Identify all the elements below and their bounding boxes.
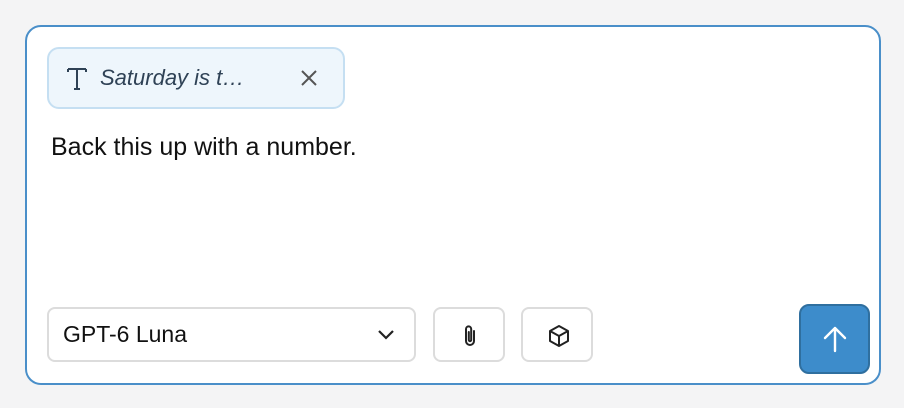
text-type-icon [67, 68, 87, 90]
context-chip: Saturday is t… [47, 47, 345, 109]
message-input[interactable]: Back this up with a number. [51, 133, 357, 162]
cube-button[interactable] [521, 307, 593, 362]
close-icon[interactable] [300, 69, 318, 87]
context-chip-label: Saturday is t… [100, 65, 245, 90]
cube-icon [549, 325, 569, 347]
attach-button[interactable] [433, 307, 505, 362]
chevron-down-icon [378, 330, 394, 340]
model-select[interactable]: GPT-6 Luna [47, 307, 416, 362]
message-composer[interactable]: Saturday is t… Back this up with a numbe… [25, 25, 881, 385]
paperclip-icon [465, 325, 475, 346]
arrow-up-icon [823, 326, 847, 353]
model-select-value: GPT-6 Luna [63, 321, 188, 347]
send-button[interactable] [799, 304, 870, 374]
